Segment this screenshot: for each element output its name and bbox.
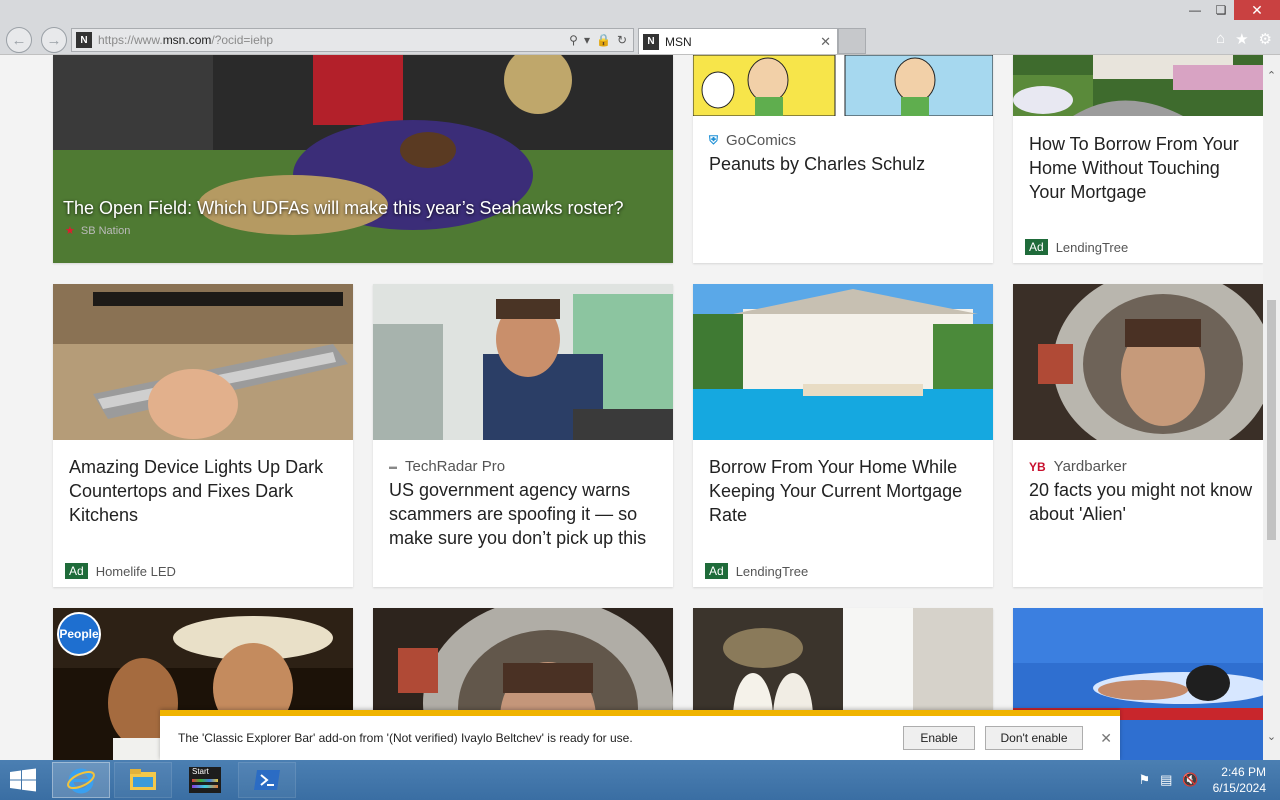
close-window-button[interactable]: ✕ (1234, 0, 1280, 20)
scroll-down-icon[interactable]: ⌄ (1265, 730, 1278, 744)
house-image (1013, 55, 1263, 116)
ad-card-lendingtree-top[interactable]: How To Borrow From Your Home Without Tou… (1013, 55, 1263, 263)
tab-title: MSN (665, 34, 692, 49)
home-icon[interactable]: ⌂ (1216, 30, 1225, 48)
enable-button[interactable]: Enable (903, 726, 975, 750)
start-tile-icon: Start (189, 767, 221, 793)
windows-taskbar: Start ⚑ ▤ 🔇 2:46 PM 6/15/2024 (0, 760, 1280, 800)
msn-tab-favicon-icon: N (643, 33, 659, 50)
techradar-logo-icon: ▬ (389, 462, 397, 471)
news-card-yardbarker[interactable]: YB Yardbarker 20 facts you might not kno… (1013, 284, 1263, 587)
news-card-techradar[interactable]: ▬ TechRadar Pro US government agency war… (373, 284, 673, 587)
dont-enable-button[interactable]: Don't enable (985, 726, 1083, 750)
msn-favicon-icon: N (76, 32, 92, 48)
card-title[interactable]: Borrow From Your Home While Keeping Your… (709, 455, 983, 527)
window-controls: — ❏ ✕ (1182, 0, 1280, 20)
news-card-gocomics[interactable]: ⛨ GoComics Peanuts by Charles Schulz (693, 55, 993, 263)
card-title[interactable]: 20 facts you might not know about 'Alien… (1029, 478, 1253, 526)
card-title[interactable]: US government agency warns scammers are … (389, 478, 663, 550)
card-title[interactable]: Amazing Device Lights Up Dark Countertop… (69, 455, 343, 527)
address-bar[interactable]: N https://www.msn.com/?ocid=iehp ⚲ ▾ 🔒 ↻ (71, 28, 634, 52)
address-url[interactable]: https://www.msn.com/?ocid=iehp (98, 33, 569, 47)
folder-icon (130, 769, 156, 790)
comic-image (693, 55, 993, 116)
taskbar-ie[interactable] (52, 762, 110, 798)
powershell-icon (254, 770, 280, 790)
card-source: Yardbarker (1053, 458, 1127, 475)
notification-close-icon[interactable]: ✕ (1100, 730, 1112, 747)
advertiser-name: Homelife LED (95, 563, 176, 579)
hero-source: ★ SB Nation (65, 224, 131, 238)
clock[interactable]: 2:46 PM 6/15/2024 (1213, 764, 1266, 796)
search-icon[interactable]: ⚲ (569, 33, 578, 47)
taskbar-start-tile[interactable]: Start (176, 762, 234, 798)
address-prefix: https://www. (98, 33, 163, 47)
refresh-icon[interactable]: ↻ (617, 33, 627, 47)
tab-close-icon[interactable]: ✕ (820, 34, 831, 50)
notification-message: The 'Classic Explorer Bar' add-on from '… (178, 731, 633, 745)
yardbarker-logo-icon: YB (1029, 459, 1046, 474)
address-domain: msn.com (162, 33, 212, 47)
advertiser-name: LendingTree (735, 563, 809, 579)
clock-date: 6/15/2024 (1212, 781, 1266, 795)
taskbar-file-explorer[interactable] (114, 762, 172, 798)
sbnation-logo-icon: ★ (65, 225, 75, 237)
clock-time: 2:46 PM (1221, 765, 1266, 779)
browser-chrome: — ❏ ✕ ← → N https://www.msn.com/?ocid=ie… (0, 0, 1280, 55)
minimize-button[interactable]: — (1182, 0, 1208, 20)
network-icon[interactable]: ▤ (1160, 772, 1172, 788)
addon-notification-bar: The 'Classic Explorer Bar' add-on from '… (160, 710, 1120, 760)
hero-title[interactable]: The Open Field: Which UDFAs will make th… (63, 198, 624, 219)
internet-explorer-icon (67, 768, 95, 794)
hero-source-label: SB Nation (80, 224, 131, 237)
villa-pool-image (693, 284, 993, 440)
action-center-flag-icon[interactable]: ⚑ (1138, 772, 1150, 788)
scroll-up-icon[interactable]: ⌃ (1265, 69, 1278, 83)
back-button[interactable]: ← (6, 27, 32, 53)
dropdown-icon[interactable]: ▾ (584, 33, 590, 47)
new-tab-button[interactable] (838, 28, 866, 54)
advertiser-name: LendingTree (1055, 239, 1129, 255)
ad-badge: Ad (1025, 239, 1048, 255)
lock-icon[interactable]: 🔒 (596, 33, 611, 47)
forward-button[interactable]: → (41, 27, 67, 53)
light-device-image (53, 284, 353, 440)
volume-muted-icon[interactable]: 🔇 (1182, 772, 1198, 788)
favorites-star-icon[interactable]: ★ (1235, 30, 1248, 48)
scroll-thumb[interactable] (1267, 300, 1276, 540)
vertical-scrollbar[interactable]: ⌃ ⌄ (1263, 55, 1280, 760)
office-man-image (373, 284, 673, 440)
people-logo-badge: People (57, 612, 101, 656)
ad-card-homelife[interactable]: Amazing Device Lights Up Dark Countertop… (53, 284, 353, 587)
tab-msn[interactable]: N MSN ✕ (638, 28, 838, 54)
ad-badge: Ad (705, 563, 728, 579)
address-suffix: /?ocid=iehp (211, 33, 274, 47)
windows-start-icon[interactable] (8, 768, 38, 792)
card-source: GoComics (726, 132, 797, 149)
restore-button[interactable]: ❏ (1208, 0, 1234, 20)
gocomics-logo-icon: ⛨ (709, 133, 719, 147)
system-tray: ⚑ ▤ 🔇 2:46 PM 6/15/2024 (1138, 764, 1266, 796)
ad-badge: Ad (65, 563, 88, 579)
msn-feed: The Open Field: Which UDFAs will make th… (0, 55, 1280, 760)
hero-image (53, 55, 673, 263)
ad-card-lendingtree[interactable]: Borrow From Your Home While Keeping Your… (693, 284, 993, 587)
card-source: TechRadar Pro (405, 458, 506, 475)
start-tile-label: Start (192, 767, 209, 776)
card-title[interactable]: How To Borrow From Your Home Without Tou… (1029, 132, 1253, 204)
hero-card[interactable]: The Open Field: Which UDFAs will make th… (53, 55, 673, 263)
alien-astronaut-image (1013, 284, 1263, 440)
taskbar-powershell[interactable] (238, 762, 296, 798)
settings-gear-icon[interactable]: ⚙ (1259, 30, 1272, 48)
card-title[interactable]: Peanuts by Charles Schulz (709, 152, 983, 176)
